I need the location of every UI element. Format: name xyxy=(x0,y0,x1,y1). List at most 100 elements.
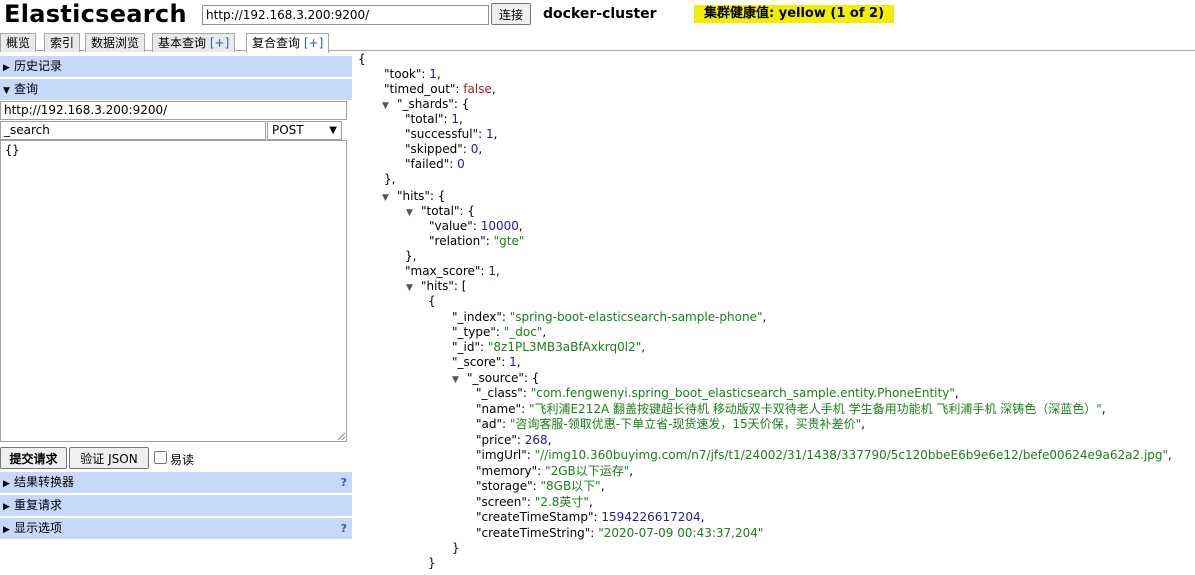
submit-request-button[interactable]: 提交请求 xyxy=(0,447,67,469)
triangle-right-icon: ▶ xyxy=(3,525,10,535)
json-value: "//img10.360buyimg.com/n7/jfs/t1/24002/3… xyxy=(534,448,1169,462)
json-line: "ad": "咨询客服-领取优惠-下单立省-现货速发，15天价保，买贵补差价", xyxy=(476,417,866,431)
readable-checkbox[interactable] xyxy=(154,451,167,464)
json-line: "price": 268, xyxy=(476,433,552,447)
help-icon[interactable]: ? xyxy=(341,518,347,539)
json-key: "value": xyxy=(429,219,477,233)
json-key: "_index": xyxy=(452,310,506,324)
json-key: "relation": xyxy=(429,234,490,248)
json-value: 10000 xyxy=(480,219,519,233)
json-line: "_id": "8z1PL3MB3aBfAxkrq0l2", xyxy=(452,340,646,354)
query-path-input[interactable]: _search xyxy=(0,121,266,140)
cluster-name: docker-cluster xyxy=(543,6,657,22)
json-line: "createTimeString": "2020-07-09 00:43:37… xyxy=(476,526,763,541)
result-transformer-toggle[interactable]: ▶ 结果转换器 ? xyxy=(0,472,352,493)
json-line: "memory": "2GB以下运存", xyxy=(476,464,634,478)
query-body-textarea[interactable]: {} xyxy=(0,140,347,442)
collapse-toggle-icon[interactable]: ▼ xyxy=(382,99,397,114)
tab-overview[interactable]: 概览 xyxy=(0,33,37,52)
json-value: "飞利浦E212A 翻盖按键超长待机 移动版双卡双待老人手机 学生备用功能机 飞… xyxy=(528,402,1102,416)
cluster-url-input[interactable] xyxy=(202,5,489,25)
json-value: 0 xyxy=(457,157,465,171)
json-key: "skipped": xyxy=(405,142,467,156)
json-value: "spring-boot-elasticsearch-sample-phone" xyxy=(509,310,763,324)
history-section-toggle[interactable]: ▶ 历史记录 xyxy=(0,56,352,77)
header: Elasticsearch 连接 docker-cluster 集群健康值: y… xyxy=(0,0,1195,31)
tab-compound-query[interactable]: 复合查询 [+] xyxy=(246,33,330,53)
json-key: "total": xyxy=(405,112,448,126)
json-line: }, xyxy=(405,249,417,263)
resize-grip-icon[interactable] xyxy=(337,432,345,440)
json-value: 1594226617204 xyxy=(601,510,701,524)
json-line: "screen": "2.8英寸", xyxy=(476,495,593,509)
triangle-right-icon: ▶ xyxy=(3,63,10,73)
json-key: "failed": xyxy=(405,157,454,171)
json-line[interactable]: ▼ "_source": { xyxy=(452,371,539,386)
json-line[interactable]: ▼ "hits": [ xyxy=(406,279,466,294)
json-value: 268 xyxy=(524,433,548,447)
collapse-toggle-icon[interactable]: ▼ xyxy=(452,373,467,388)
json-key: "successful": xyxy=(405,127,483,141)
collapse-toggle-icon[interactable]: ▼ xyxy=(406,206,421,221)
json-key: "screen": xyxy=(476,495,531,509)
http-method-select[interactable]: POST ▼ xyxy=(267,121,342,140)
json-line: }, xyxy=(384,172,396,186)
json-key: "memory": xyxy=(476,464,542,478)
json-key: "_class": xyxy=(476,386,527,400)
tab-indices[interactable]: 索引 xyxy=(44,33,81,52)
json-key: "imgUrl": xyxy=(476,448,531,462)
display-options-toggle[interactable]: ▶ 显示选项 ? xyxy=(0,518,352,539)
triangle-down-icon: ▼ xyxy=(3,86,10,96)
connect-button[interactable]: 连接 xyxy=(491,3,531,25)
json-key: "_source": xyxy=(467,371,528,385)
json-key: "price": xyxy=(476,433,521,447)
json-line[interactable]: ▼ "_shards": { xyxy=(382,97,469,112)
help-icon[interactable]: ? xyxy=(341,472,347,493)
json-value: "_doc" xyxy=(503,325,543,339)
json-line: "successful": 1, xyxy=(405,127,498,141)
json-line: "timed_out": false, xyxy=(384,82,496,96)
collapse-toggle-icon[interactable]: ▼ xyxy=(406,281,421,296)
json-key: "hits": xyxy=(421,279,458,293)
json-line: "_type": "_doc", xyxy=(452,325,547,339)
query-section-toggle[interactable]: ▼ 查询 xyxy=(0,79,352,100)
query-url-input[interactable]: http://192.168.3.200:9200/ xyxy=(0,101,347,120)
json-line: "took": 1, xyxy=(384,67,441,81)
collapse-toggle-icon[interactable]: ▼ xyxy=(382,191,397,206)
json-line: "name": "飞利浦E212A 翻盖按键超长待机 移动版双卡双待老人手机 学… xyxy=(476,402,1106,416)
json-key: "took": xyxy=(384,67,426,81)
json-key: "name": xyxy=(476,402,526,416)
json-value: "咨询客服-领取优惠-下单立省-现货速发，15天价保，买贵补差价" xyxy=(509,417,862,431)
json-key: "max_score": xyxy=(405,264,485,278)
json-line: "_score": 1, xyxy=(452,355,521,369)
json-line: "skipped": 0, xyxy=(405,142,483,156)
json-key: "_shards": xyxy=(397,97,458,111)
json-result-view: {"took": 1, "timed_out": false, ▼ "_shards"… xyxy=(358,51,1195,575)
json-value: "2020-07-09 00:43:37,204" xyxy=(598,526,764,540)
json-line: } xyxy=(452,541,460,555)
tab-browser[interactable]: 数据浏览 xyxy=(85,33,146,52)
json-line: "_class": "com.fengwenyi.spring_boot_ela… xyxy=(476,386,959,400)
triangle-right-icon: ▶ xyxy=(3,502,10,512)
json-line: "total": 1, xyxy=(405,112,463,126)
main-tabs: 概览 索引 数据浏览 基本查询 [+] 复合查询 [+] xyxy=(0,31,1195,53)
json-line: "storage": "8GB以下", xyxy=(476,479,605,493)
json-key: "storage": xyxy=(476,479,537,493)
json-key: "timed_out": xyxy=(384,82,460,96)
json-line: { xyxy=(358,52,366,66)
json-line: "relation": "gte" xyxy=(429,234,524,249)
validate-json-button[interactable]: 验证 JSON xyxy=(69,447,149,469)
readable-label: 易读 xyxy=(170,453,195,467)
repeat-request-toggle[interactable]: ▶ 重复请求 xyxy=(0,495,352,516)
json-value: "8GB以下" xyxy=(540,479,601,493)
json-line[interactable]: ▼ "hits": { xyxy=(382,189,445,204)
json-key: "total": xyxy=(421,204,464,218)
json-value: false xyxy=(463,82,492,96)
json-value: "gte" xyxy=(493,234,525,248)
tab-basic-query[interactable]: 基本查询 [+] xyxy=(152,33,236,52)
json-key: "_score": xyxy=(452,355,506,369)
json-line[interactable]: ▼ "total": { xyxy=(406,204,475,219)
json-line: "max_score": 1, xyxy=(405,264,500,278)
json-key: "createTimeStamp": xyxy=(476,510,598,524)
json-key: "ad": xyxy=(476,417,507,431)
